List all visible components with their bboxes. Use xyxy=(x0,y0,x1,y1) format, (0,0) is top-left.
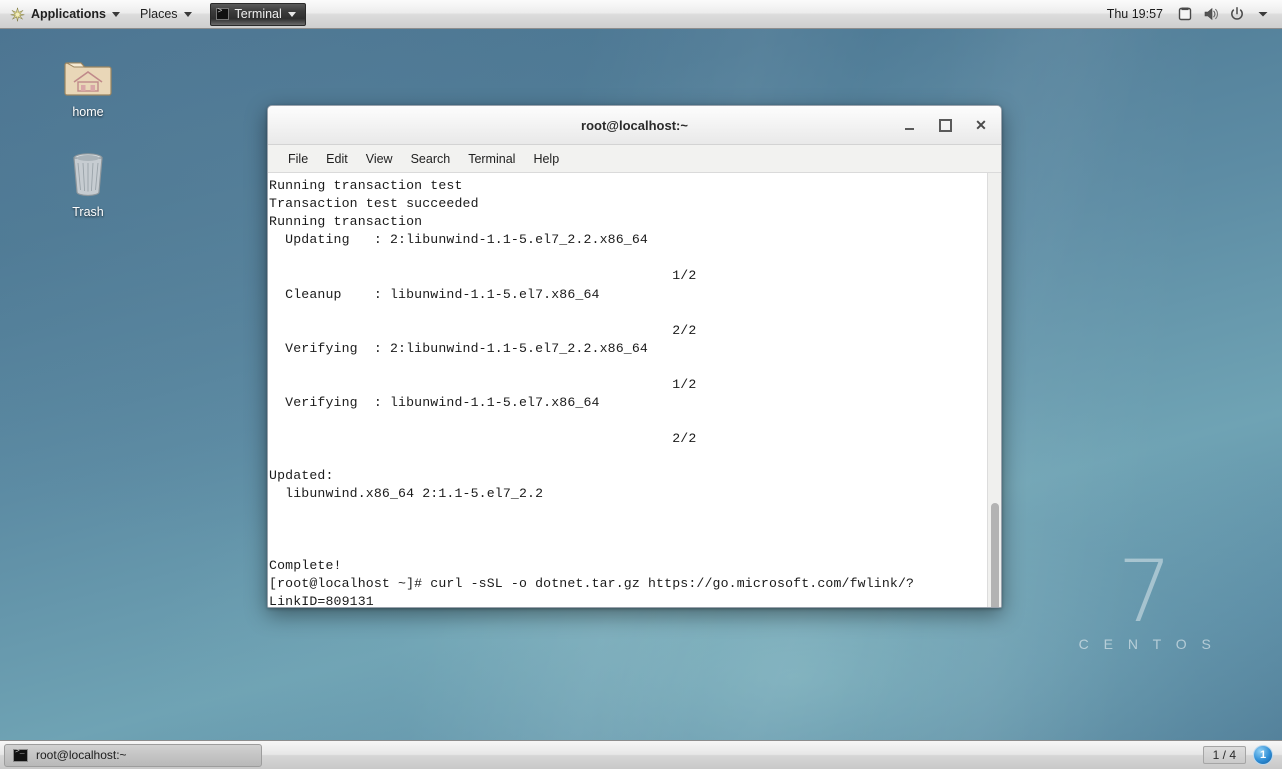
centos-version-number: 7 xyxy=(1117,542,1173,642)
top-panel: Applications Places Terminal Thu 19:57 xyxy=(0,0,1282,29)
menu-edit[interactable]: Edit xyxy=(317,149,357,169)
taskbar-item-label: root@localhost:~ xyxy=(36,748,127,762)
window-controls: ✕ xyxy=(899,106,991,145)
panel-left-group: Applications Places Terminal xyxy=(0,0,306,28)
terminal-line: Updating : 2:libunwind-1.1-5.el7_2.2.x86… xyxy=(269,232,648,248)
terminal-line: libunwind.x86_64 2:1.1-5.el7_2.2 xyxy=(269,485,544,501)
terminal-line: 1/2 xyxy=(269,268,697,284)
chevron-down-icon xyxy=(287,11,296,17)
terminal-window-title: root@localhost:~ xyxy=(581,117,688,133)
volume-icon[interactable] xyxy=(1198,0,1224,29)
terminal-line: 2/2 xyxy=(269,322,697,338)
desktop-icon-home-label: home xyxy=(72,105,104,119)
panel-window-item-terminal[interactable]: Terminal xyxy=(209,2,306,26)
centos-wordmark: C E N T O S xyxy=(1078,635,1217,652)
bottom-panel-right-group: 1 / 4 1 xyxy=(1202,745,1282,765)
workspace-switcher[interactable]: 1 / 4 xyxy=(1202,746,1246,764)
terminal-line: 1/2 xyxy=(269,377,697,393)
terminal-line: Verifying : libunwind-1.1-5.el7.x86_64 xyxy=(269,395,600,411)
terminal-line: Transaction test succeeded xyxy=(269,196,479,212)
taskbar-item-terminal[interactable]: root@localhost:~ xyxy=(4,743,262,767)
display-icon[interactable] xyxy=(1172,0,1198,29)
places-menu-label: Places xyxy=(140,7,178,21)
menu-terminal[interactable]: Terminal xyxy=(459,149,524,169)
menu-search[interactable]: Search xyxy=(402,149,460,169)
terminal-line: [root@localhost ~]# curl -sSL -o dotnet.… xyxy=(269,576,915,592)
applications-menu[interactable]: Applications xyxy=(0,0,130,28)
terminal-icon xyxy=(215,7,229,20)
terminal-line: Cleanup : libunwind-1.1-5.el7.x86_64 xyxy=(269,286,600,302)
terminal-body[interactable]: Running transaction test Transaction test… xyxy=(268,173,1001,607)
menu-help[interactable]: Help xyxy=(524,149,568,169)
maximize-button[interactable] xyxy=(935,116,955,136)
terminal-line: 2/2 xyxy=(269,431,697,447)
power-icon[interactable] xyxy=(1224,0,1250,29)
menu-file[interactable]: File xyxy=(279,149,317,169)
menu-view[interactable]: View xyxy=(357,149,402,169)
tray-chevron-down-icon[interactable] xyxy=(1250,0,1276,29)
terminal-line: Verifying : 2:libunwind-1.1-5.el7_2.2.x8… xyxy=(269,340,648,356)
centos-watermark: 7 C E N T O S xyxy=(1050,542,1240,652)
terminal-line: Complete! xyxy=(269,557,342,573)
terminal-line: Updated: xyxy=(269,467,334,483)
desktop-icon-home[interactable]: home xyxy=(45,48,131,119)
trash-icon xyxy=(45,148,131,198)
desktop[interactable]: Applications Places Terminal Thu 19:57 xyxy=(0,0,1282,769)
terminal-scrollbar[interactable] xyxy=(987,173,1001,607)
terminal-line: Running transaction xyxy=(269,214,423,230)
terminal-icon xyxy=(13,747,28,762)
terminal-titlebar[interactable]: root@localhost:~ ✕ xyxy=(268,106,1001,145)
clock[interactable]: Thu 19:57 xyxy=(1098,7,1172,21)
notification-badge[interactable]: 1 xyxy=(1253,745,1273,765)
places-menu[interactable]: Places xyxy=(130,0,202,28)
terminal-window[interactable]: root@localhost:~ ✕ File Edit View Search… xyxy=(267,105,1002,608)
minimize-button[interactable] xyxy=(899,116,919,136)
close-button[interactable]: ✕ xyxy=(971,116,991,136)
bottom-panel: root@localhost:~ 1 / 4 1 xyxy=(0,740,1282,769)
terminal-menubar: File Edit View Search Terminal Help xyxy=(268,145,1001,173)
chevron-down-icon xyxy=(183,11,192,17)
home-folder-icon xyxy=(45,48,131,98)
terminal-output[interactable]: Running transaction test Transaction test… xyxy=(268,173,987,607)
terminal-scrollbar-thumb[interactable] xyxy=(991,503,999,607)
terminal-line: LinkID=809131 xyxy=(269,594,374,607)
applications-menu-label: Applications xyxy=(31,7,107,21)
panel-right-group: Thu 19:57 xyxy=(1098,0,1282,28)
chevron-down-icon xyxy=(112,11,121,17)
panel-window-item-label: Terminal xyxy=(234,7,282,21)
desktop-icon-trash[interactable]: Trash xyxy=(45,148,131,219)
applications-starburst-icon xyxy=(10,6,25,22)
desktop-icon-trash-label: Trash xyxy=(72,205,104,219)
terminal-line: Running transaction test xyxy=(269,178,463,193)
